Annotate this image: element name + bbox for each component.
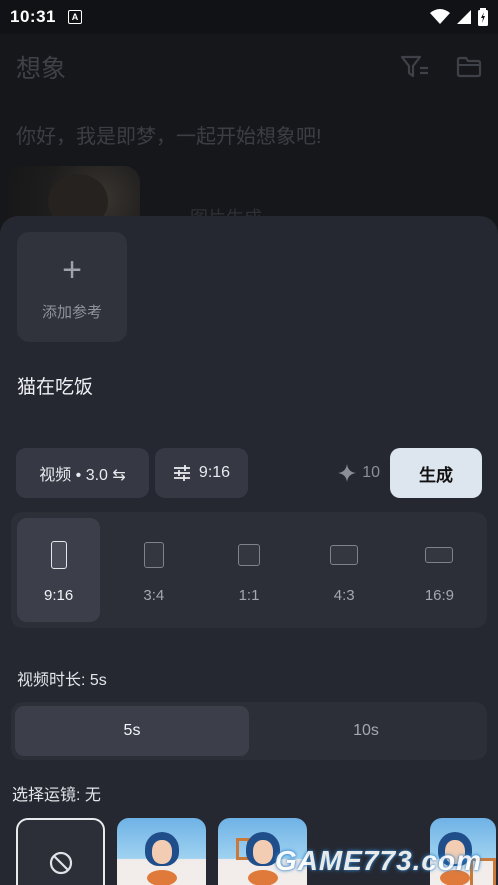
landscape-ratio-icon	[425, 546, 454, 563]
model-label: 视频 • 3.0 ⇆	[39, 467, 126, 484]
battery-icon	[478, 8, 488, 26]
ratio-label: 9:16	[44, 586, 74, 604]
status-time: 10:31	[10, 7, 56, 26]
sliders-icon	[173, 465, 190, 481]
add-reference-label: 添加参考	[41, 303, 102, 321]
creation-sheet: + 添加参考 猫在吃饭 视频 • 3.0 ⇆ 9:16 10 生成 9:16 3…	[0, 216, 498, 885]
ratio-option-1-1[interactable]: 1:1	[207, 518, 290, 622]
ratio-4-3-icon	[330, 544, 359, 565]
add-reference-button[interactable]: + 添加参考	[17, 232, 127, 342]
credits-cost: 10	[338, 464, 380, 482]
page-title: 想象	[16, 55, 67, 83]
ratio-label: 1:1	[238, 586, 260, 604]
generation-toolbar: 视频 • 3.0 ⇆ 9:16 10 生成	[16, 448, 482, 498]
greeting-text: 你好，我是即梦，一起开始想象吧!	[16, 126, 322, 148]
ratio-settings-button[interactable]: 9:16	[155, 448, 248, 498]
wifi-icon	[430, 9, 450, 24]
status-bar: 10:31 A	[0, 0, 498, 34]
ratio-option-16-9[interactable]: 16:9	[398, 518, 481, 622]
square-ratio-icon	[238, 543, 260, 566]
camera-movement-label: 选择运镜: 无	[12, 787, 101, 804]
ratio-3-4-icon	[143, 541, 164, 568]
prompt-input[interactable]: 猫在吃饭	[17, 372, 93, 399]
credits-value: 10	[362, 464, 380, 481]
sparkle-icon	[338, 464, 357, 482]
camera-option-preset-1[interactable]	[117, 818, 206, 885]
folder-icon	[456, 56, 482, 78]
duration-label: 视频时长: 5s	[17, 672, 107, 689]
aspect-ratio-picker: 9:16 3:4 1:1 4:3 16:9	[11, 512, 487, 628]
model-selector[interactable]: 视频 • 3.0 ⇆	[16, 448, 149, 498]
ratio-chip-label: 9:16	[198, 464, 231, 481]
ratio-label: 4:3	[333, 586, 355, 604]
notification-icon: A	[67, 10, 82, 24]
ratio-option-3-4[interactable]: 3:4	[112, 518, 195, 622]
portrait-ratio-icon	[50, 540, 67, 569]
signal-icon	[457, 10, 471, 24]
ratio-option-9-16[interactable]: 9:16	[17, 518, 101, 622]
watermark-logo: GAME773.com	[274, 845, 482, 876]
ratio-label: 16:9	[424, 586, 455, 604]
duration-picker: 5s 10s	[11, 702, 487, 760]
status-icons	[430, 8, 488, 26]
ratio-label: 3:4	[143, 586, 165, 604]
none-icon	[49, 851, 72, 875]
ratio-option-4-3[interactable]: 4:3	[303, 518, 386, 622]
duration-option-10s[interactable]: 10s	[249, 706, 483, 756]
filter-icon	[400, 55, 428, 78]
generate-button[interactable]: 生成	[390, 448, 482, 498]
background-header: 想象	[16, 50, 482, 84]
camera-option-none[interactable]	[16, 818, 105, 885]
duration-option-5s[interactable]: 5s	[15, 706, 249, 756]
plus-icon: +	[62, 250, 82, 289]
